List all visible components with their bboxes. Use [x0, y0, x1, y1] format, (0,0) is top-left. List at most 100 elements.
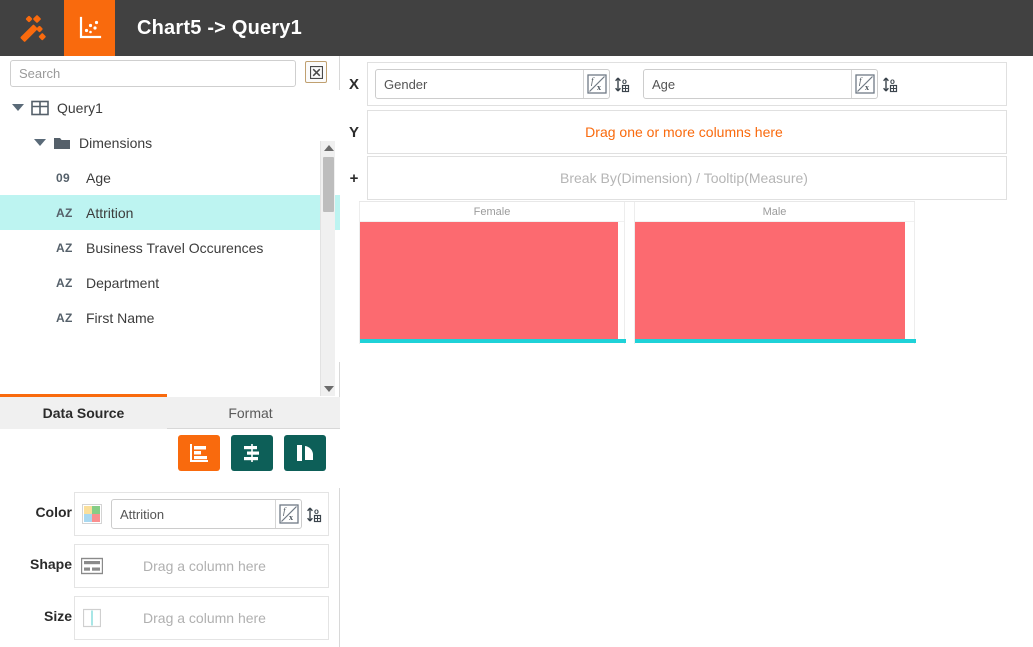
table-icon	[31, 99, 49, 117]
facet-label: Male	[635, 202, 914, 222]
bar-mark-icon	[190, 444, 208, 462]
chart-canvas[interactable]: Female Male	[359, 201, 916, 344]
chart-facet-female: Female	[359, 202, 626, 344]
shape-icon	[81, 557, 103, 575]
scroll-up-arrow-icon[interactable]	[324, 145, 334, 151]
function-icon: fx	[854, 74, 875, 94]
color-palette-icon[interactable]	[75, 492, 109, 536]
encoding-row-shape: Shape Drag a column here	[0, 540, 340, 592]
field-label: Dimensions	[79, 134, 153, 151]
field-type-badge: AZ	[56, 205, 73, 220]
size-icon	[83, 608, 101, 628]
page-title-arrow: ->	[201, 16, 232, 39]
scrollbar-thumb[interactable]	[323, 157, 334, 212]
tab-format[interactable]: Format	[167, 397, 334, 429]
field-tree-item-dimensions[interactable]: Dimensions	[0, 125, 340, 160]
svg-text:x: x	[289, 513, 293, 522]
svg-text:f: f	[859, 76, 863, 86]
field-tree-item-query1[interactable]: Query1	[0, 90, 340, 125]
field-tree-item-age[interactable]: 09 Age	[0, 160, 340, 195]
encoding-label-color: Color	[35, 504, 72, 520]
function-button[interactable]: fx	[851, 70, 877, 98]
shelf-hint: Break By(Dimension) / Tooltip(Measure)	[560, 170, 808, 186]
size-icon[interactable]	[75, 596, 109, 640]
shelf-letter-y: Y	[348, 123, 359, 141]
tools-logo-icon	[20, 15, 46, 42]
field-tree-item-department[interactable]: AZ Department	[0, 265, 340, 300]
mark-type-bar-button[interactable]	[178, 435, 220, 471]
encoding-dropzone-size[interactable]: Drag a column here	[74, 596, 329, 640]
field-type-badge: AZ	[56, 240, 73, 255]
align-mark-icon	[244, 444, 259, 462]
bar-segment-yes[interactable]	[635, 339, 916, 343]
left-panel: Query1 Dimensions 09 Age AZ Attrition AZ Busine…	[0, 56, 340, 647]
facet-plot	[360, 222, 626, 343]
bar-segment-yes[interactable]	[360, 339, 626, 343]
field-tree-scrollbar[interactable]	[320, 141, 335, 396]
panel-tabs[interactable]: Data Source Format	[0, 394, 340, 429]
function-icon: fx	[278, 504, 299, 524]
expand-caret-icon[interactable]	[12, 104, 24, 111]
encoding-label-shape: Shape	[29, 556, 72, 572]
mark-align-button[interactable]	[231, 435, 273, 471]
shelf-row-y: Y Drag one or more columns here	[341, 110, 1033, 154]
search-row	[0, 56, 340, 88]
bar-segment-no[interactable]	[360, 222, 618, 339]
encoding-dropzone-color[interactable]: Attrition f x o	[74, 492, 329, 536]
field-tree[interactable]: Query1 Dimensions 09 Age AZ Attrition AZ Busine…	[0, 90, 340, 362]
svg-text:o: o	[622, 77, 627, 86]
page-title: Chart5 -> Query1	[137, 17, 302, 40]
svg-text:f: f	[283, 506, 287, 516]
clear-search-button[interactable]	[305, 61, 327, 83]
sort-icon: o	[307, 507, 322, 523]
field-type-badge: AZ	[56, 310, 73, 325]
field-tree-item-attrition[interactable]: AZ Attrition	[0, 195, 340, 230]
encoding-label-size: Size	[43, 608, 72, 624]
application-root: Chart5 -> Query1 Query1 Dimensions 09 Age AZ…	[0, 0, 1033, 647]
field-tree-item-business-travel-occurences[interactable]: AZ Business Travel Occurences	[0, 230, 340, 265]
shelf-pill-label: Gender	[384, 76, 428, 92]
shelf-dropzone-x[interactable]: Gender f x o Age f x o	[367, 62, 1007, 106]
field-label: Business Travel Occurences	[86, 239, 264, 256]
table-icon	[31, 100, 49, 115]
field-tree-item-first-name[interactable]: AZ First Name	[0, 300, 340, 335]
sort-button[interactable]: o	[302, 505, 328, 523]
sort-button[interactable]: o	[878, 75, 904, 93]
encoding-value: Attrition	[120, 506, 165, 522]
function-button[interactable]: fx	[275, 500, 301, 528]
encoding-pill[interactable]: Attrition f x	[111, 499, 302, 529]
shelf-dropzone-plus[interactable]: Break By(Dimension) / Tooltip(Measure)	[367, 156, 1007, 200]
shelf-pill-label: Age	[652, 76, 676, 92]
rotate-mark-icon	[297, 445, 313, 461]
field-label: Age	[86, 169, 111, 186]
shelf-row-x: X Gender f x o Age f x o	[341, 62, 1033, 106]
expand-caret-icon[interactable]	[34, 139, 46, 146]
tab-data-source[interactable]: Data Source	[0, 394, 167, 429]
mark-rotate-button[interactable]	[284, 435, 326, 471]
shelf-pill[interactable]: Age f x	[643, 69, 878, 99]
shelf-dropzone-y[interactable]: Drag one or more columns here	[367, 110, 1007, 154]
chart-type-button[interactable]	[64, 0, 115, 56]
shelf-pill[interactable]: Gender f x	[375, 69, 610, 99]
sort-button[interactable]: o	[610, 75, 636, 93]
svg-text:f: f	[591, 76, 595, 86]
close-icon	[309, 65, 323, 79]
tab-label: Data Source	[42, 405, 125, 421]
color-palette-icon	[82, 504, 102, 524]
facet-label: Female	[360, 202, 624, 222]
shelf-hint: Drag one or more columns here	[585, 124, 783, 140]
encoding-row-size: Size Drag a column here	[0, 592, 340, 644]
shape-icon[interactable]	[75, 544, 109, 588]
bar-segment-no[interactable]	[635, 222, 905, 339]
field-label: First Name	[86, 309, 155, 326]
search-input[interactable]	[10, 60, 296, 87]
function-button[interactable]: fx	[583, 70, 609, 98]
scroll-down-arrow-icon[interactable]	[324, 386, 334, 392]
encoding-row-color: Color Attrition f x o	[0, 488, 340, 540]
scatter-chart-icon	[79, 16, 101, 39]
shelf-row-plus: + Break By(Dimension) / Tooltip(Measure)	[341, 156, 1033, 200]
field-label: Department	[86, 274, 160, 291]
page-title-chart: Chart5	[137, 16, 202, 39]
encoding-dropzone-shape[interactable]: Drag a column here	[74, 544, 329, 588]
app-logo-button[interactable]	[0, 0, 64, 56]
